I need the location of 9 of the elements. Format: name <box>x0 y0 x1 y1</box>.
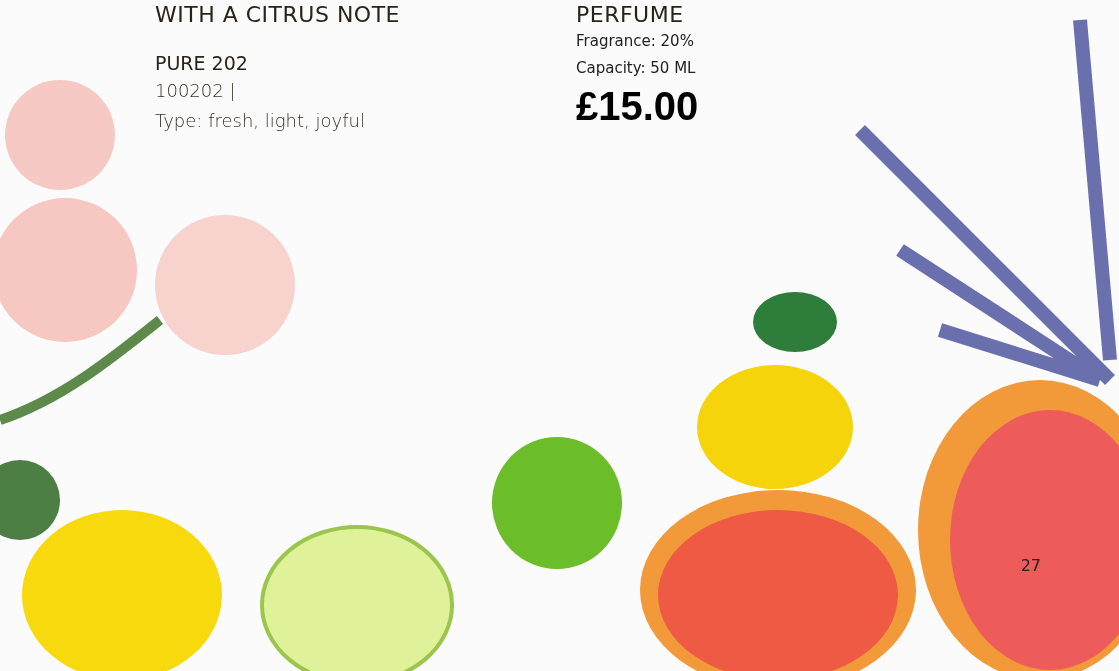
section-heading: WITH A CITRUS NOTE <box>155 2 401 28</box>
product-detail: Fragrance: 20% <box>576 31 695 52</box>
product-code: 100202 | <box>155 79 237 103</box>
product-type: Type: fresh, light, joyful <box>155 109 366 133</box>
page-number: 27 <box>1020 556 1041 575</box>
product-name: PURE 202 <box>155 51 249 76</box>
product-price: £15.00 <box>576 83 700 130</box>
section-heading: PERFUME <box>576 2 685 28</box>
product-detail: Capacity: 50 ML <box>576 58 697 79</box>
